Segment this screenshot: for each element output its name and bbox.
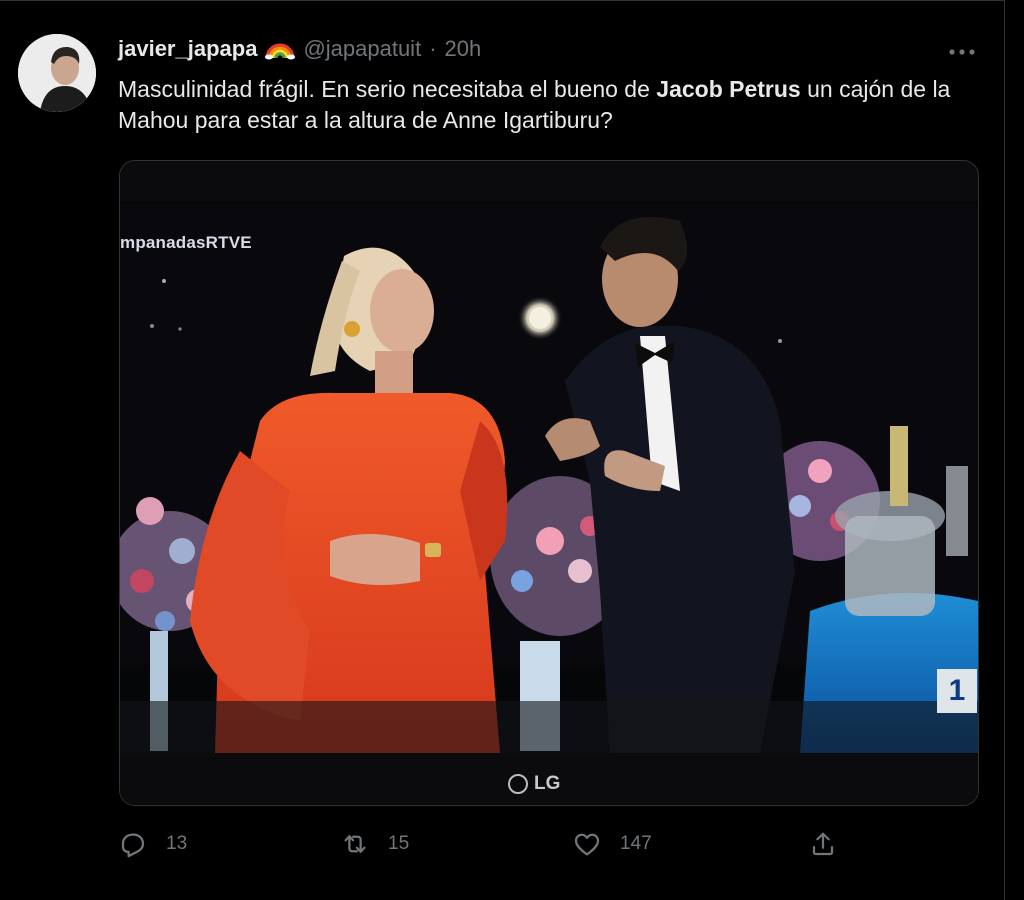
display-name[interactable]: javier_japapa [118,36,257,62]
more-options-button[interactable] [944,38,980,66]
tv-brand-logo: LG [508,773,560,795]
top-divider [0,0,1004,1]
tweet-text-start: Masculinidad frágil. En serio necesitaba… [118,76,657,102]
tweet-header: javier_japapa @japapatuit · 20h [118,36,481,62]
lg-logo-icon [508,774,528,794]
retweet-button[interactable]: 15 [340,826,409,862]
tv-brand-text: LG [534,773,561,794]
separator-dot: · [429,36,437,61]
avatar[interactable] [18,34,96,112]
rainbow-icon [265,38,296,60]
share-button[interactable] [808,826,838,862]
reply-count: 13 [166,833,188,854]
reply-icon [121,833,145,858]
more-horizontal-icon [949,49,975,55]
photo-illustration [120,161,978,805]
channel-badge: 1 [937,669,977,713]
retweet-icon [344,835,366,853]
user-handle[interactable]: @japapatuit [303,36,421,62]
retweet-count: 15 [388,833,410,854]
like-count: 147 [620,833,652,854]
like-button[interactable]: 147 [572,826,652,862]
heart-icon [574,833,600,856]
tweet-photo[interactable]: mpanadasRTVE 1 LG [119,160,979,806]
reply-button[interactable]: 13 [118,826,187,862]
hashtag-overlay: mpanadasRTVE [120,233,252,252]
timestamp[interactable]: 20h [445,36,482,62]
tweet-text: Masculinidad frágil. En serio necesitaba… [118,74,978,136]
column-border [1004,0,1005,900]
share-icon [812,832,834,856]
mention-bold: Jacob Petrus [656,76,801,102]
tweet-actions: 13 15 147 [118,826,988,862]
